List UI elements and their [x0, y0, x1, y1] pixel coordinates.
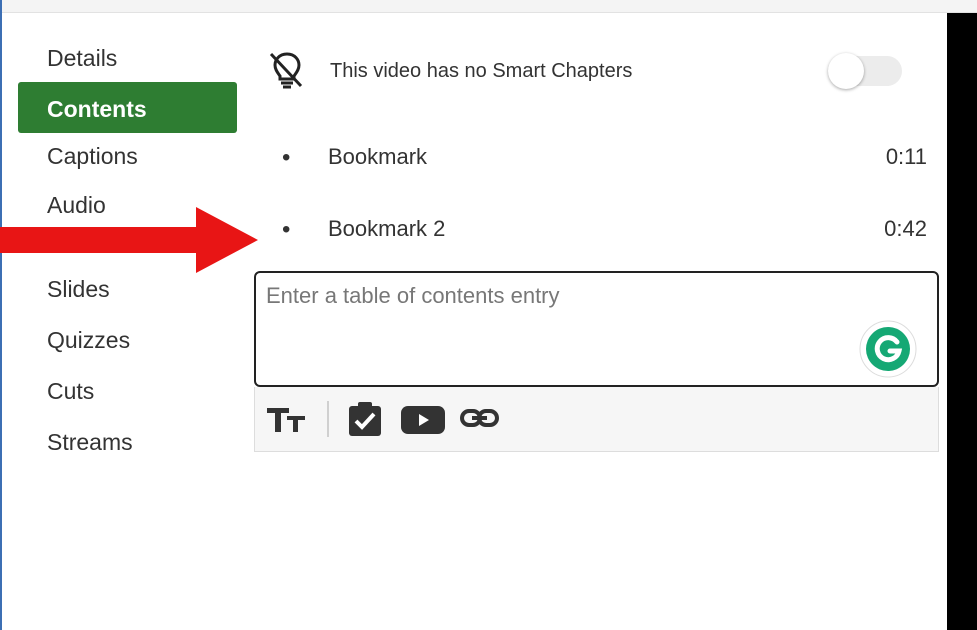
sidebar-item-label: Captions	[47, 143, 138, 169]
sidebar-item-label: Streams	[47, 429, 133, 455]
sidebar-item-slides[interactable]: Slides	[18, 269, 238, 320]
sidebar-item-contents[interactable]: Contents	[18, 82, 237, 133]
right-panel-edge	[947, 13, 977, 630]
bookmark-label: Bookmark 2	[328, 216, 446, 241]
smart-chapters-toggle[interactable]	[828, 53, 902, 89]
window-top-bar	[0, 0, 977, 13]
toc-entry-box	[254, 271, 939, 387]
bookmark-label: Bookmark	[328, 144, 428, 169]
smart-chapters-text: This video has no Smart Chapters	[330, 60, 633, 82]
sidebar-item-label: Cuts	[47, 378, 95, 404]
youtube-icon[interactable]	[401, 401, 445, 437]
bullet-icon: •	[282, 216, 291, 243]
lightbulb-off-icon	[269, 52, 303, 89]
red-arrow-annotation	[0, 207, 258, 273]
window-left-edge	[0, 0, 2, 630]
clipboard-check-icon[interactable]	[347, 401, 383, 437]
sidebar-item-streams[interactable]: Streams	[18, 422, 238, 473]
grammarly-icon[interactable]	[859, 320, 917, 378]
toc-entry-input[interactable]	[262, 279, 840, 377]
entry-toolbar	[254, 387, 939, 452]
bookmark-item[interactable]: • Bookmark 0:11	[282, 144, 927, 184]
sidebar-item-quizzes[interactable]: Quizzes	[18, 320, 238, 371]
smart-chapters-row: This video has no Smart Chapters	[268, 50, 918, 94]
toolbar-divider	[327, 401, 329, 437]
link-icon[interactable]	[459, 401, 501, 437]
text-size-icon[interactable]	[265, 401, 311, 437]
sidebar-item-label: Details	[47, 45, 118, 71]
sidebar-item-cuts[interactable]: Cuts	[18, 371, 238, 422]
bookmark-item[interactable]: • Bookmark 2 0:42	[282, 216, 927, 256]
sidebar-item-label: Slides	[47, 276, 110, 302]
sidebar-item-captions[interactable]: Captions	[18, 136, 238, 187]
toggle-knob	[828, 53, 864, 89]
sidebar-item-label: Contents	[47, 96, 147, 122]
bookmark-time[interactable]: 0:11	[886, 144, 927, 170]
bullet-icon: •	[282, 144, 291, 171]
sidebar-item-label: Quizzes	[47, 327, 131, 353]
bookmark-time[interactable]: 0:42	[884, 216, 927, 242]
